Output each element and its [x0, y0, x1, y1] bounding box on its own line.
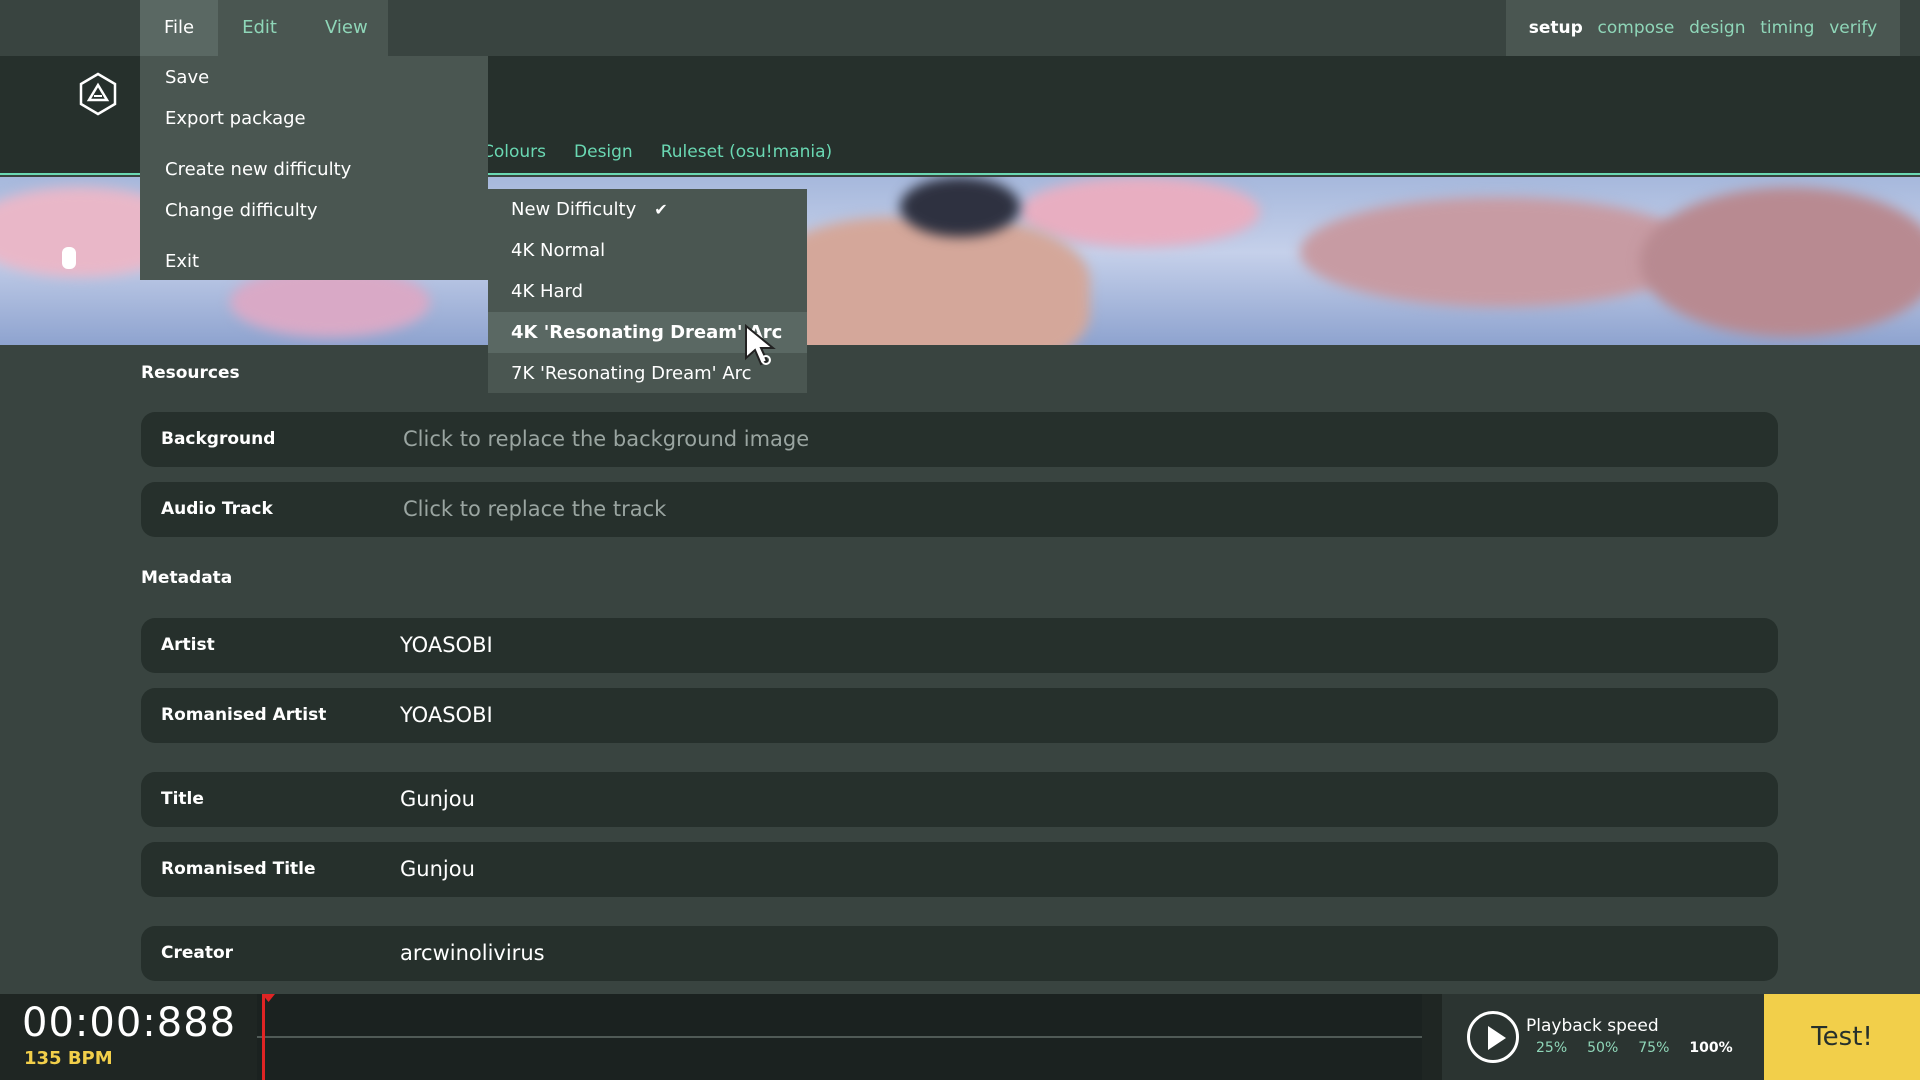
playback-speed-label: Playback speed: [1526, 1016, 1659, 1036]
section-tab-colours[interactable]: Colours: [482, 142, 546, 162]
difficulty-label: 7K 'Resonating Dream' Arc: [511, 363, 752, 384]
creator-field[interactable]: Creator arcwinolivirus: [141, 926, 1778, 981]
tab-compose[interactable]: compose: [1598, 18, 1675, 38]
field-label: Creator: [161, 943, 234, 963]
field-label: Audio Track: [161, 499, 273, 519]
bpm-display: 135 BPM: [24, 1048, 113, 1069]
menu-item-export-package[interactable]: Export package: [165, 108, 306, 129]
section-tab-ruleset[interactable]: Ruleset (osu!mania): [661, 142, 832, 162]
field-label: Title: [161, 789, 204, 809]
field-label: Background: [161, 429, 276, 449]
current-time: 00:00:888: [22, 1000, 237, 1046]
difficulty-label: New Difficulty: [511, 199, 637, 220]
play-icon: [1488, 1026, 1506, 1050]
character-arm-shape: [760, 217, 1090, 345]
cloud-shape: [1300, 197, 1700, 307]
metadata-heading: Metadata: [141, 568, 233, 588]
menu-item-exit[interactable]: Exit: [165, 251, 199, 272]
difficulty-label: 4K 'Resonating Dream' Arc: [511, 322, 783, 343]
difficulty-item[interactable]: New Difficulty ✔: [488, 189, 807, 230]
main-menu: File Edit View: [140, 0, 388, 56]
menu-item-change-difficulty[interactable]: Change difficulty: [165, 200, 317, 221]
timeline[interactable]: [257, 994, 1422, 1080]
section-tabs: Colours Design Ruleset (osu!mania): [482, 142, 832, 162]
file-dropdown-menu: Save Export package Create new difficult…: [140, 56, 488, 280]
romanised-artist-input[interactable]: YOASOBI: [400, 688, 493, 743]
menu-view[interactable]: View: [301, 0, 392, 56]
play-button[interactable]: [1467, 1011, 1519, 1063]
section-tab-design[interactable]: Design: [574, 142, 633, 162]
romanised-title-field[interactable]: Romanised Title Gunjou: [141, 842, 1778, 897]
bottom-timeline-bar: 00:00:888 135 BPM Playback speed 25% 50%…: [0, 994, 1920, 1080]
romanised-title-input[interactable]: Gunjou: [400, 842, 475, 897]
menu-item-save[interactable]: Save: [165, 67, 209, 88]
character-hair-shape: [900, 177, 1020, 237]
tab-verify[interactable]: verify: [1829, 18, 1877, 38]
test-button[interactable]: Test!: [1764, 994, 1920, 1080]
timeline-track: [257, 1036, 1422, 1038]
tab-timing[interactable]: timing: [1760, 18, 1814, 38]
cloud-shape: [1020, 177, 1260, 247]
romanised-artist-field[interactable]: Romanised Artist YOASOBI: [141, 688, 1778, 743]
audio-track-field[interactable]: Audio Track Click to replace the track: [141, 482, 1778, 537]
playhead-marker-icon: [262, 994, 275, 1002]
difficulty-label: 4K Hard: [511, 281, 584, 302]
editor-mode-tabs: setup compose design timing verify: [1506, 0, 1900, 56]
banner-decoration: [62, 247, 76, 269]
artist-input[interactable]: YOASOBI: [400, 618, 493, 673]
difficulty-label: 4K Normal: [511, 240, 606, 261]
menu-file[interactable]: File: [140, 0, 219, 56]
artist-field[interactable]: Artist YOASOBI: [141, 618, 1778, 673]
playback-speed-options: 25% 50% 75% 100%: [1536, 1040, 1733, 1056]
playback-controls: Playback speed 25% 50% 75% 100%: [1442, 994, 1764, 1080]
tab-design[interactable]: design: [1689, 18, 1745, 38]
speed-option-100[interactable]: 100%: [1689, 1040, 1732, 1056]
speed-option-50[interactable]: 50%: [1587, 1040, 1618, 1056]
speed-option-25[interactable]: 25%: [1536, 1040, 1567, 1056]
menu-item-create-new-difficulty[interactable]: Create new difficulty: [165, 159, 351, 180]
background-field[interactable]: Background Click to replace the backgrou…: [141, 412, 1778, 467]
top-menu-bar: File Edit View setup compose design timi…: [0, 0, 1920, 56]
difficulty-item[interactable]: 4K Hard: [488, 271, 807, 312]
tab-setup[interactable]: setup: [1529, 18, 1583, 38]
field-label: Romanised Artist: [161, 705, 327, 725]
mouse-cursor-icon: [745, 324, 776, 366]
audio-placeholder: Click to replace the track: [403, 497, 667, 521]
difficulty-item[interactable]: 4K Normal: [488, 230, 807, 271]
cloud-shape: [1640, 187, 1920, 337]
field-label: Romanised Title: [161, 859, 316, 879]
resources-heading: Resources: [141, 363, 240, 383]
title-input[interactable]: Gunjou: [400, 772, 475, 827]
title-field[interactable]: Title Gunjou: [141, 772, 1778, 827]
speed-option-75[interactable]: 75%: [1638, 1040, 1669, 1056]
field-label: Artist: [161, 635, 215, 655]
menu-edit[interactable]: Edit: [218, 0, 301, 56]
creator-input[interactable]: arcwinolivirus: [400, 926, 545, 981]
setup-logo-icon: [79, 72, 117, 116]
playhead[interactable]: [262, 994, 275, 1080]
background-placeholder: Click to replace the background image: [403, 427, 810, 451]
checkmark-icon: ✔: [654, 200, 668, 219]
